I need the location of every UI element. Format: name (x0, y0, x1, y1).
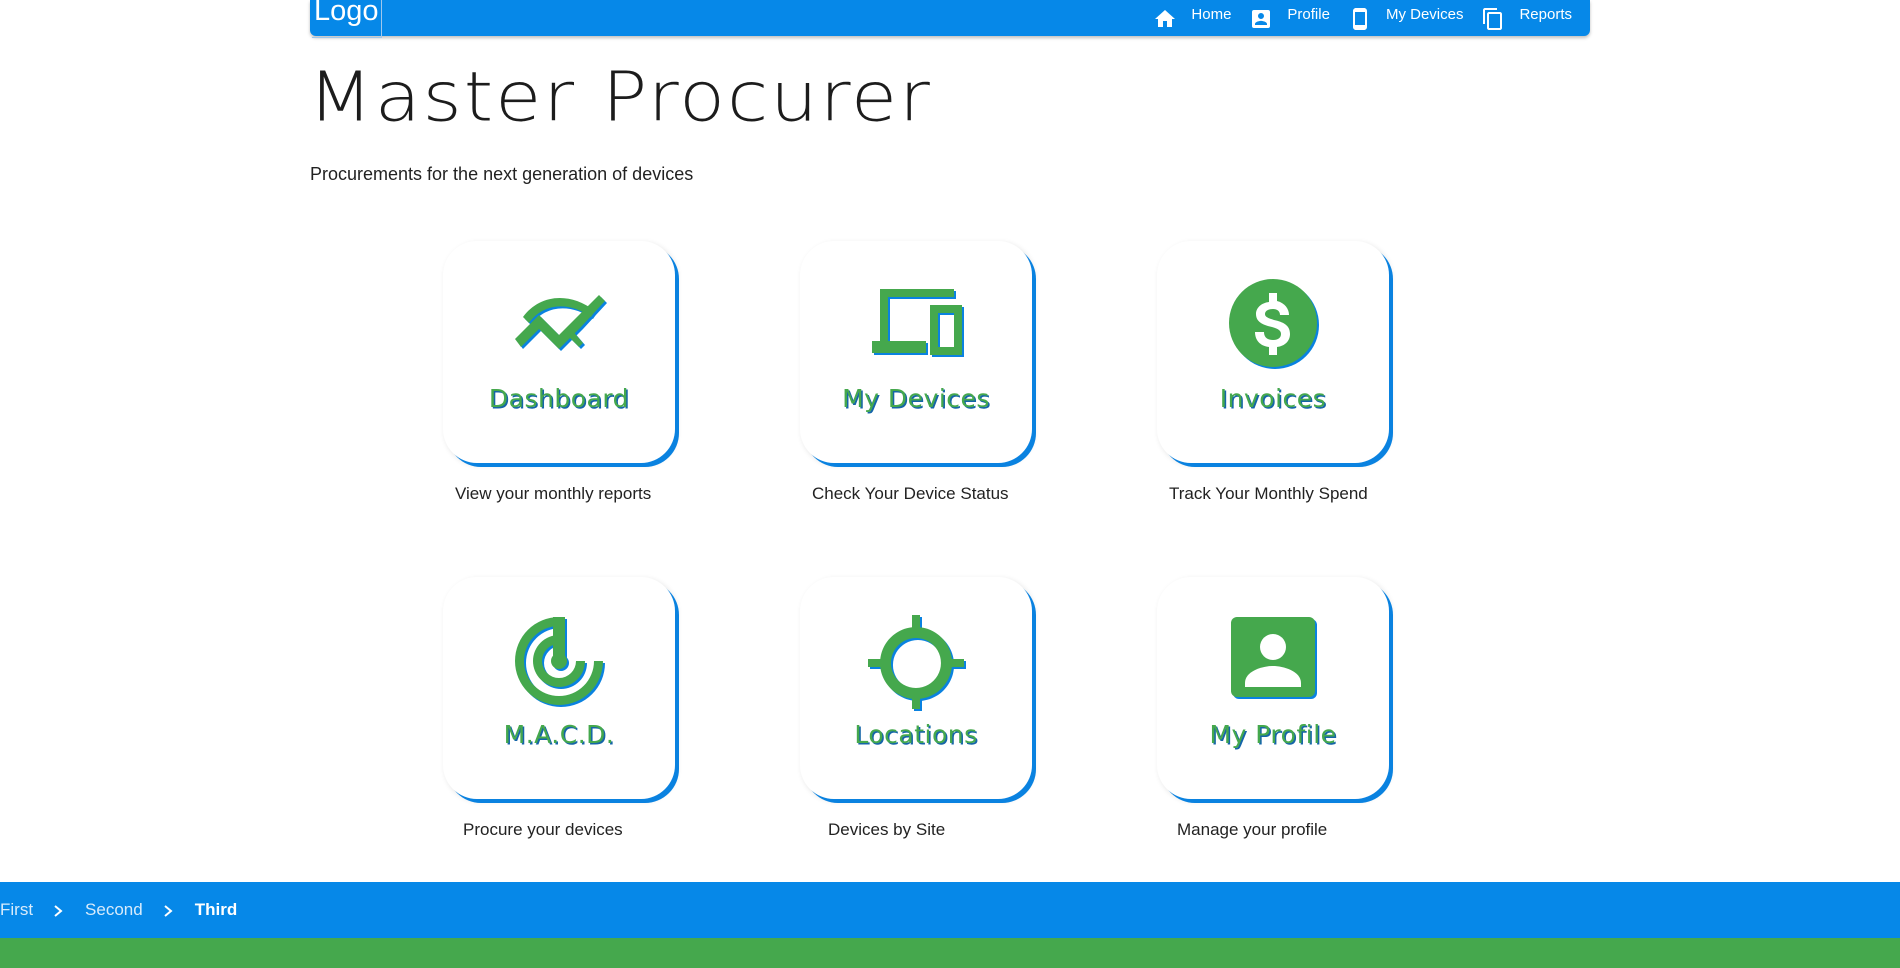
nav-link-reports[interactable]: Reports (1481, 0, 1572, 31)
logo[interactable]: Logo (312, 0, 382, 38)
tile-label: My Profile (1209, 720, 1337, 749)
tile-caption: View your monthly reports (455, 484, 652, 503)
tile-caption: Manage your profile (1177, 820, 1328, 839)
account-box-icon (1223, 613, 1323, 713)
nav-link-home[interactable]: Home (1153, 0, 1231, 31)
nav-link-label: Reports (1519, 5, 1572, 23)
nav-links: Home Profile My Devices Reports (1135, 0, 1572, 30)
profile-icon (1252, 10, 1271, 28)
chevron-right-icon (51, 903, 65, 917)
tile-caption: Devices by Site (828, 820, 946, 839)
nav-link-label: My Devices (1385, 5, 1464, 23)
tile-locations[interactable]: Locations (800, 577, 1032, 799)
copy-icon (1483, 8, 1503, 30)
tile-caption: Track Your Monthly Spend (1169, 484, 1368, 503)
tile-my-profile[interactable]: My Profile (1157, 577, 1389, 799)
tile-label: Invoices (1219, 384, 1327, 413)
top-navbar: Logo Home Profile My Devices Reports (310, 0, 1590, 38)
page-title: Master Procurer (308, 56, 932, 137)
breadcrumb-item-first[interactable]: First (0, 900, 33, 920)
dollar-icon (1223, 277, 1323, 377)
radar-icon (509, 613, 609, 713)
breadcrumb-item-second[interactable]: Second (85, 900, 143, 920)
tile-caption: Procure your devices (463, 820, 623, 839)
tile-label: Locations (854, 720, 978, 749)
nav-link-profile[interactable]: Profile (1249, 0, 1330, 31)
page-subtitle: Procurements for the next generation of … (310, 164, 694, 184)
tile-dashboard[interactable]: Dashboard (443, 241, 675, 463)
tile-label: My Devices (842, 384, 990, 413)
devices-icon (866, 277, 966, 377)
crosshair-icon (866, 613, 966, 713)
tile-macd[interactable]: M.A.C.D. (443, 577, 675, 799)
breadcrumb-item-third: Third (194, 900, 238, 919)
chevron-right-icon (161, 903, 175, 917)
tile-caption: Check Your Device Status (812, 484, 1009, 503)
home-icon (1155, 10, 1176, 27)
breadcrumb: First Second Third (0, 882, 1900, 938)
trending-up-icon (509, 277, 609, 377)
nav-link-label: Profile (1287, 5, 1330, 23)
footer-bar (0, 938, 1900, 968)
tile-label: M.A.C.D. (503, 720, 615, 749)
tile-invoices[interactable]: Invoices (1157, 241, 1389, 463)
tile-my-devices[interactable]: My Devices (800, 241, 1032, 463)
nav-link-my-devices[interactable]: My Devices (1348, 0, 1464, 31)
tile-label: Dashboard (488, 384, 630, 413)
phone-icon (1352, 8, 1367, 30)
nav-link-label: Home (1191, 5, 1232, 23)
